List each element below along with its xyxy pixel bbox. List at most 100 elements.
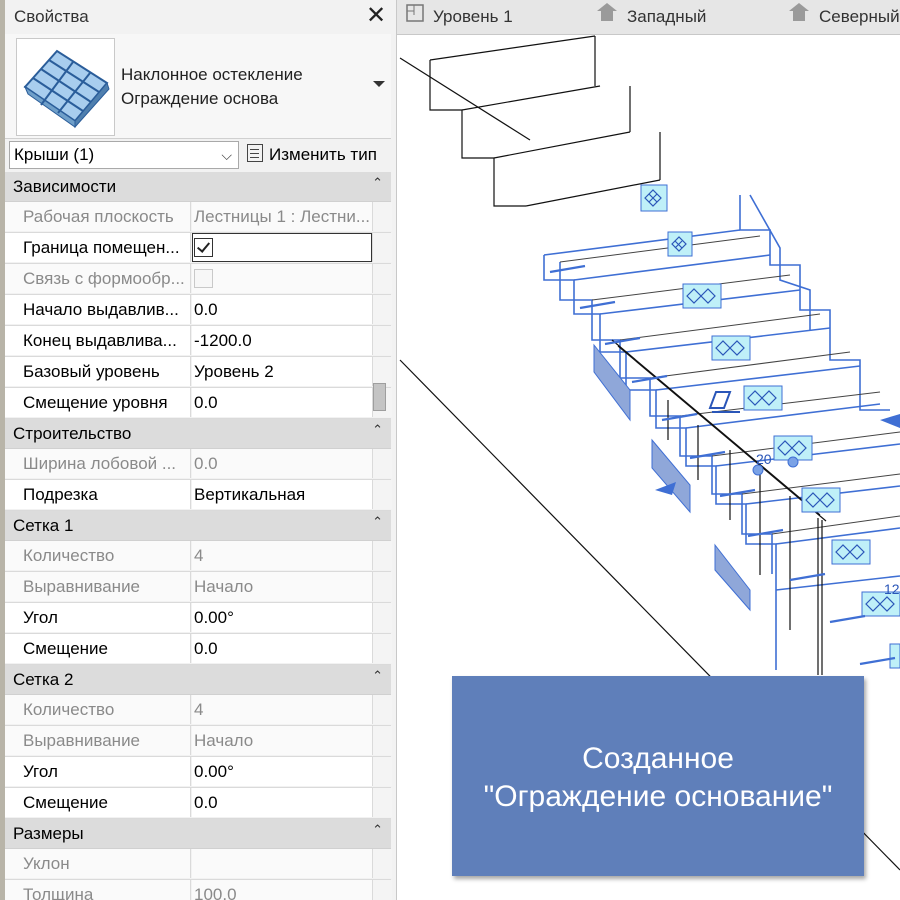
close-icon[interactable]: ✕ — [365, 2, 387, 30]
property-row: Ширина лобовой ... 0.0 — [5, 449, 392, 480]
scrollbar-track[interactable] — [372, 295, 392, 324]
property-value[interactable]: 0.0 — [192, 388, 372, 417]
tab-label: Западный — [627, 7, 707, 26]
property-group-title: Размеры — [13, 824, 84, 843]
tab-level-1[interactable]: Уровень 1 — [405, 0, 513, 34]
property-name: Смещение уровня — [5, 388, 191, 417]
edit-type-button[interactable]: Изменить тип — [247, 141, 377, 169]
collapse-chevron-icon[interactable]: ⌃ — [372, 815, 383, 845]
property-checkbox[interactable] — [194, 237, 213, 257]
property-value: 4 — [192, 541, 372, 570]
collapse-chevron-icon[interactable]: ⌃ — [372, 168, 383, 198]
property-name: Количество — [5, 541, 191, 570]
collapse-chevron-icon[interactable]: ⌃ — [372, 507, 383, 537]
property-value: Начало — [192, 726, 372, 755]
property-name: Угол — [5, 603, 191, 632]
scrollbar-track[interactable] — [372, 757, 392, 786]
property-value[interactable]: 0.0 — [192, 634, 372, 663]
type-name: Ограждение основа — [121, 89, 279, 108]
property-name: Граница помещен... — [5, 233, 191, 262]
scrollbar-track[interactable] — [372, 357, 392, 386]
instance-filter-value: Крыши (1) — [14, 145, 95, 164]
scrollbar-track[interactable] — [372, 634, 392, 663]
scrollbar-thumb[interactable] — [373, 383, 386, 411]
stringer-hatch — [593, 343, 751, 612]
property-row[interactable]: Смещение 0.0 — [5, 788, 392, 819]
edit-type-icon — [247, 144, 263, 162]
scrollbar-track[interactable] — [372, 541, 392, 570]
property-value: Лестницы 1 : Лестни... — [192, 202, 372, 231]
scrollbar-track[interactable] — [372, 572, 392, 601]
palette-title: Свойства — [14, 7, 89, 26]
property-value[interactable]: -1200.0 — [192, 326, 372, 355]
property-value — [192, 849, 372, 878]
property-name: Начало выдавлив... — [5, 295, 191, 324]
scrollbar-track[interactable] — [372, 849, 392, 878]
instance-filter-select[interactable]: Крыши (1) ⌵ — [9, 141, 239, 169]
property-row[interactable]: Граница помещен... — [5, 233, 392, 264]
dimension-label: 20 — [756, 451, 772, 467]
properties-palette: Свойства ✕ Наклонное остекление Огражден… — [0, 0, 397, 900]
property-name: Смещение — [5, 788, 191, 817]
property-group-title: Строительство — [13, 424, 132, 443]
property-name: Уклон — [5, 849, 191, 878]
property-name: Смещение — [5, 634, 191, 663]
property-group-header[interactable]: Размеры ⌃ — [5, 819, 391, 849]
property-row[interactable]: Смещение 0.0 — [5, 634, 392, 665]
property-value[interactable]: Вертикальная — [192, 480, 372, 509]
scrollbar-track[interactable] — [372, 480, 392, 509]
type-selector[interactable]: Наклонное остекление Ограждение основа — [5, 34, 391, 139]
elevation-view-icon — [595, 1, 619, 34]
property-row[interactable]: Подрезка Вертикальная — [5, 480, 392, 511]
scrollbar-track[interactable] — [372, 695, 392, 724]
tab-north[interactable]: Северный — [787, 0, 900, 34]
property-group-header[interactable]: Сетка 1 ⌃ — [5, 511, 391, 541]
property-name: Угол — [5, 757, 191, 786]
property-name: Выравнивание — [5, 572, 191, 601]
scrollbar-track[interactable] — [372, 264, 392, 293]
property-name: Рабочая плоскость — [5, 202, 191, 231]
property-value[interactable]: 0.00° — [192, 757, 372, 786]
scrollbar-track[interactable] — [372, 233, 392, 262]
scrollbar-track[interactable] — [372, 880, 392, 900]
property-value[interactable]: 0.0 — [192, 788, 372, 817]
scrollbar-track[interactable] — [372, 726, 392, 755]
property-row: Уклон — [5, 849, 392, 880]
property-row[interactable]: Смещение уровня 0.0 — [5, 388, 392, 419]
property-row[interactable]: Начало выдавлив... 0.0 — [5, 295, 392, 326]
property-value[interactable]: Уровень 2 — [192, 357, 372, 386]
scrollbar-track[interactable] — [372, 326, 392, 355]
view-tabs: Уровень 1 Западный Северный — [397, 0, 900, 35]
property-row[interactable]: Угол 0.00° — [5, 757, 392, 788]
elevation-view-icon — [787, 1, 811, 34]
dimension-label: 12 — [884, 581, 900, 597]
property-group-header[interactable]: Сетка 2 ⌃ — [5, 665, 391, 695]
property-row[interactable]: Угол 0.00° — [5, 603, 392, 634]
scrollbar-track[interactable] — [372, 603, 392, 632]
property-group-title: Сетка 2 — [13, 670, 74, 689]
palette-title-bar[interactable]: Свойства ✕ — [5, 0, 391, 34]
property-row[interactable]: Базовый уровень Уровень 2 — [5, 357, 392, 388]
property-row: Связь с формообр... — [5, 264, 392, 295]
property-group-title: Сетка 1 — [13, 516, 74, 535]
property-value-cell — [192, 233, 372, 262]
tab-west[interactable]: Западный — [595, 0, 706, 34]
collapse-chevron-icon[interactable]: ⌃ — [372, 415, 383, 445]
property-group-header[interactable]: Зависимости ⌃ — [5, 172, 391, 202]
scrollbar-track[interactable] — [372, 202, 392, 231]
collapse-chevron-icon[interactable]: ⌃ — [372, 661, 383, 691]
property-name: Базовый уровень — [5, 357, 191, 386]
dropdown-arrow-icon[interactable] — [371, 76, 387, 92]
property-value[interactable]: 0.00° — [192, 603, 372, 632]
tab-label: Уровень 1 — [433, 7, 513, 26]
property-name: Связь с формообр... — [5, 264, 191, 293]
property-name: Толщина — [5, 880, 191, 900]
property-row[interactable]: Конец выдавлива... -1200.0 — [5, 326, 392, 357]
property-checkbox — [194, 268, 213, 288]
property-value[interactable]: 0.0 — [192, 295, 372, 324]
property-row: Количество 4 — [5, 541, 392, 572]
scrollbar-track[interactable] — [372, 449, 392, 478]
scrollbar-track[interactable] — [372, 788, 392, 817]
property-group-header[interactable]: Строительство ⌃ — [5, 419, 391, 449]
edit-type-label: Изменить тип — [269, 145, 377, 164]
